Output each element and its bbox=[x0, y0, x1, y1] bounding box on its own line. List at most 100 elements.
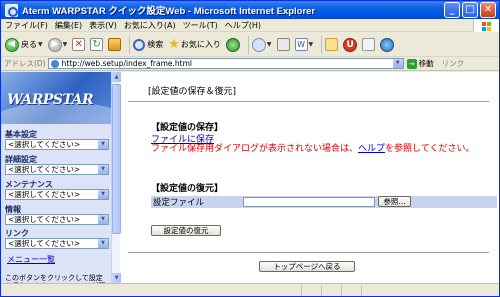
back-label: 戻る bbox=[21, 40, 37, 49]
chevron-down-icon[interactable]: ▼ bbox=[98, 215, 108, 224]
minimize-button[interactable]: _ bbox=[444, 2, 460, 18]
home-icon bbox=[108, 38, 122, 51]
chevron-down-icon[interactable]: ▼ bbox=[267, 41, 272, 48]
menu-favorites[interactable]: お気に入り(A) bbox=[124, 20, 176, 31]
menu-file[interactable]: ファイル(F) bbox=[5, 20, 48, 31]
sidebar-note: このボタンをクリックして設定を保存します。WARPSTARが再 bbox=[5, 274, 106, 283]
chevron-down-icon[interactable]: ▼ bbox=[98, 239, 108, 248]
browse-button[interactable]: 参照... bbox=[378, 196, 411, 207]
forward-button[interactable]: ▼ bbox=[47, 37, 68, 52]
advanced-settings-select[interactable]: <選択してください> ▼ bbox=[5, 164, 109, 175]
select-value: <選択してください> bbox=[8, 215, 81, 224]
status-text-pane bbox=[1, 285, 301, 297]
print-button[interactable] bbox=[276, 38, 290, 51]
browser-window: Aterm WARPSTAR クイック設定Web - Microsoft Int… bbox=[0, 0, 500, 297]
back-to-top-button[interactable]: トップページへ戻る bbox=[259, 261, 355, 272]
folder-button[interactable] bbox=[325, 38, 339, 51]
sidebar-scrollbar[interactable]: ▲ ▼ bbox=[111, 72, 121, 283]
history-icon bbox=[225, 37, 240, 52]
menu-help[interactable]: ヘルプ(H) bbox=[225, 20, 261, 31]
chevron-down-icon[interactable]: ▼ bbox=[98, 190, 108, 199]
page-icon bbox=[50, 59, 59, 68]
go-label: 移動 bbox=[418, 59, 434, 68]
favorites-button[interactable]: ★ お気に入り bbox=[168, 37, 221, 52]
chevron-down-icon[interactable]: ▼ bbox=[392, 59, 403, 68]
maximize-button[interactable]: □ bbox=[462, 2, 478, 18]
select-value: <選択してください> bbox=[8, 140, 81, 149]
star-icon: ★ bbox=[168, 37, 180, 52]
bottom-divider bbox=[128, 252, 489, 253]
people-button[interactable] bbox=[380, 37, 395, 52]
menu-list-link[interactable]: メニュー一覧 bbox=[7, 254, 55, 265]
go-arrow-icon: → bbox=[406, 58, 417, 69]
ie-icon bbox=[5, 3, 18, 17]
status-pane bbox=[341, 284, 361, 296]
logo-text: WARPSTAR bbox=[7, 92, 94, 108]
links-select[interactable]: <選択してください> ▼ bbox=[5, 238, 109, 249]
select-value: <選択してください> bbox=[8, 190, 81, 199]
search-button[interactable]: 検索 bbox=[133, 38, 164, 51]
restore-heading: 【設定値の復元】 bbox=[151, 184, 224, 194]
title-divider bbox=[128, 101, 489, 102]
file-label: 設定ファイル bbox=[153, 198, 205, 208]
printer-icon bbox=[276, 38, 290, 51]
mail-button[interactable]: ▼ bbox=[251, 37, 272, 52]
stop-icon: ✕ bbox=[72, 38, 86, 51]
home-button[interactable] bbox=[108, 38, 122, 51]
maintenance-select[interactable]: <選択してください> ▼ bbox=[5, 189, 109, 200]
sidebar-frame: WARPSTAR 基本設定 <選択してください> ▼ 詳細設定 <選択してくださ… bbox=[1, 72, 114, 283]
status-pane bbox=[301, 284, 321, 296]
chevron-down-icon[interactable]: ▼ bbox=[38, 41, 43, 48]
select-value: <選択してください> bbox=[8, 165, 81, 174]
select-value: <選択してください> bbox=[8, 239, 81, 248]
zone-pane bbox=[361, 284, 497, 296]
scroll-up-icon[interactable]: ▲ bbox=[112, 72, 121, 82]
warning-suffix: を参照してください。 bbox=[385, 144, 475, 154]
favorites-label: お気に入り bbox=[180, 40, 221, 49]
address-input[interactable]: http://web.setup/index_frame.html ▼ bbox=[47, 58, 404, 69]
back-button[interactable]: 戻る ▼ bbox=[5, 37, 43, 52]
folder-icon bbox=[325, 38, 339, 51]
research-icon bbox=[362, 38, 376, 51]
research-button[interactable] bbox=[362, 38, 376, 51]
word-icon: W bbox=[294, 38, 308, 51]
refresh-icon: ↻ bbox=[90, 38, 104, 51]
page-title: [設定値の保存＆復元] bbox=[148, 87, 237, 97]
chevron-down-icon[interactable]: ▼ bbox=[63, 41, 68, 48]
scroll-thumb[interactable] bbox=[112, 84, 121, 234]
status-pane bbox=[321, 284, 341, 296]
messenger-button[interactable]: U bbox=[343, 37, 358, 52]
restore-button[interactable]: 設定値の復元 bbox=[151, 225, 221, 236]
people-icon bbox=[380, 37, 395, 52]
address-label: アドレス(D) bbox=[4, 59, 46, 68]
warpstar-logo: WARPSTAR bbox=[1, 72, 114, 124]
back-arrow-icon bbox=[5, 37, 19, 52]
save-warning: ファイル保存用ダイアログが表示されない場合は、ヘルプを参照してください。 bbox=[151, 144, 491, 155]
stop-button[interactable]: ✕ bbox=[72, 38, 86, 51]
menu-view[interactable]: 表示(V) bbox=[89, 20, 117, 31]
search-icon bbox=[133, 38, 146, 51]
search-label: 検索 bbox=[147, 40, 164, 49]
address-url: http://web.setup/index_frame.html bbox=[61, 59, 192, 68]
windows-logo-icon bbox=[473, 19, 499, 32]
chevron-down-icon[interactable]: ▼ bbox=[98, 165, 108, 174]
menu-bar: ファイル(F) 編集(E) 表示(V) お気に入り(A) ツール(T) ヘルプ(… bbox=[1, 19, 499, 32]
page-content: WARPSTAR 基本設定 <選択してください> ▼ 詳細設定 <選択してくださ… bbox=[1, 72, 499, 283]
refresh-button[interactable]: ↻ bbox=[90, 38, 104, 51]
help-link[interactable]: ヘルプ bbox=[358, 144, 385, 154]
close-button[interactable]: ✕ bbox=[480, 2, 496, 18]
menu-edit[interactable]: 編集(E) bbox=[55, 20, 82, 31]
basic-settings-select[interactable]: <選択してください> ▼ bbox=[5, 139, 109, 150]
title-bar[interactable]: Aterm WARPSTAR クイック設定Web - Microsoft Int… bbox=[1, 1, 499, 19]
links-button[interactable]: リンク bbox=[442, 58, 465, 69]
history-button[interactable] bbox=[225, 37, 240, 52]
edit-button[interactable]: W ▼ bbox=[294, 38, 314, 51]
go-button[interactable]: → 移動 bbox=[406, 58, 434, 69]
menu-tools[interactable]: ツール(T) bbox=[183, 20, 218, 31]
main-frame: [設定値の保存＆復元] 【設定値の保存】 ファイルに保存 ファイル保存用ダイアロ… bbox=[125, 72, 499, 283]
scroll-down-icon[interactable]: ▼ bbox=[112, 273, 121, 283]
chevron-down-icon[interactable]: ▼ bbox=[309, 41, 314, 48]
file-input[interactable] bbox=[243, 197, 375, 207]
chevron-down-icon[interactable]: ▼ bbox=[98, 140, 108, 149]
info-select[interactable]: <選択してください> ▼ bbox=[5, 214, 109, 225]
